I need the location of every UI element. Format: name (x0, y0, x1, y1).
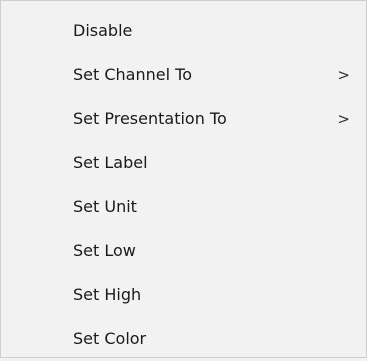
menu-item-label: Set Channel To (73, 65, 192, 84)
menu-item-disable[interactable]: Disable (1, 9, 366, 53)
menu-item-set-channel-to[interactable]: Set Channel To > (1, 53, 366, 97)
menu-item-set-unit[interactable]: Set Unit (1, 185, 366, 229)
context-menu: Disable Set Channel To > Set Presentatio… (0, 0, 367, 358)
menu-list: Disable Set Channel To > Set Presentatio… (1, 1, 366, 361)
chevron-right-icon: > (337, 66, 350, 84)
menu-item-label: Set Color (73, 329, 147, 348)
menu-item-label: Set High (73, 285, 142, 304)
menu-item-label: Disable (73, 21, 133, 40)
menu-item-label: Set Presentation To (73, 109, 227, 128)
menu-item-set-high[interactable]: Set High (1, 273, 366, 317)
chevron-right-icon: > (337, 110, 350, 128)
menu-item-set-low[interactable]: Set Low (1, 229, 366, 273)
menu-item-set-color[interactable]: Set Color (1, 317, 366, 361)
menu-item-label: Set Unit (73, 197, 137, 216)
menu-item-label: Set Label (73, 153, 148, 172)
menu-item-set-presentation-to[interactable]: Set Presentation To > (1, 97, 366, 141)
menu-item-label: Set Low (73, 241, 136, 260)
menu-item-set-label[interactable]: Set Label (1, 141, 366, 185)
